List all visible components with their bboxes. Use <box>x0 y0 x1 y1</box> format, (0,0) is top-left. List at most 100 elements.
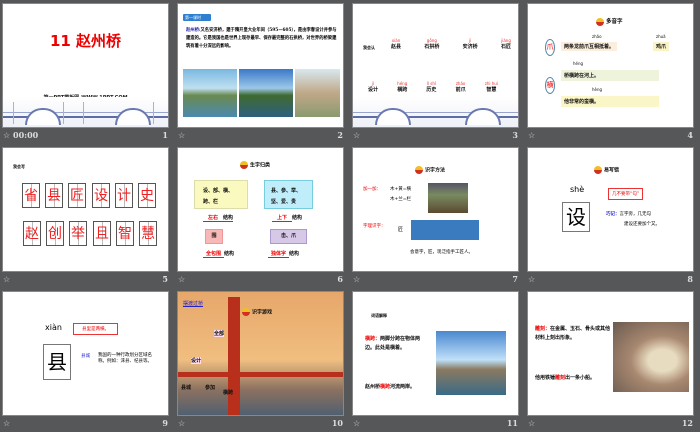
slide-timing: 00:00 <box>13 130 39 140</box>
slide-4[interactable]: 多音字 爪 横 zhǎo 两条龙前爪互相抵着。 zhuǎ 鸡爪 héng 桥横跨… <box>527 3 694 128</box>
example-sentence: 他非常的蛮横。 <box>561 96 659 107</box>
slide-5[interactable]: 我会写 省 县 匠 设 计 史 赵 创 举 且 智 慧 <box>2 147 169 272</box>
slide-2[interactable]: 第一课时 赵州桥:又名安济桥，建于隋开皇大业年间（595—605），是由李春设计… <box>177 3 344 128</box>
char-card: 设 <box>92 183 110 208</box>
equation: 木+黄=横 <box>390 187 412 192</box>
word-tile[interactable]: 全部 <box>214 330 225 337</box>
slide-number: 2 <box>337 130 343 140</box>
bridge-tower <box>228 297 240 415</box>
tip-text: 言字旁，几无勾 <box>619 212 652 217</box>
bridge-photo <box>183 69 237 117</box>
slide-thumbnail-4[interactable]: 多音字 爪 横 zhǎo 两条龙前爪互相抵着。 zhuǎ 鸡爪 héng 桥横跨… <box>525 0 700 144</box>
category-box: 县、参、举、坚、爱、贵 <box>264 180 313 209</box>
definition: 我国的一种行政划分区域名称。例如：涞县、杞县等。 <box>98 353 152 364</box>
callout: 几不要带“勾” <box>608 188 644 200</box>
bridge-decoration <box>3 97 168 127</box>
slide-thumbnail-12[interactable]: 雕刻：在金属、玉石、骨头或其他材料上刻出形象。 他用铁锤雕刻出一条小船。 ☆ 12 <box>525 288 700 432</box>
slide-thumbnail-7[interactable]: 识字方法 加一加： 木+黄=横 木+兰=栏 字理识字： 匠 会意字，匠，现泛指手… <box>350 144 525 288</box>
example-sentence: 桥横跨在河上。 <box>561 70 659 81</box>
railing-photo <box>428 183 468 213</box>
slide-thumbnail-9[interactable]: xiàn 县 县里是两横。 县城 我国的一种行政划分区域名称。例如：涞县、杞县等… <box>0 288 175 432</box>
bridge-deck <box>178 372 343 377</box>
word-tile[interactable]: 县城 <box>181 384 191 391</box>
carving-photo <box>613 322 689 392</box>
answer: 全包围 <box>203 251 225 258</box>
slide-number: 12 <box>681 418 693 428</box>
example-char: 匠 <box>398 227 404 233</box>
category-box: 围 <box>205 229 223 244</box>
slide-thumbnail-5[interactable]: 我会写 省 县 匠 设 计 史 赵 创 举 且 智 慧 ☆ 5 <box>0 144 175 288</box>
transition-icon: ☆ <box>353 131 361 140</box>
slide-thumbnail-8[interactable]: 易写错 shè 设 几不要带“勾” 巧记：言字旁，几无勾 建设还要加个又。 ☆ 8 <box>525 144 700 288</box>
answer: 独体字 <box>268 251 290 258</box>
transition-icon: ☆ <box>178 131 186 140</box>
slide-thumbnail-2[interactable]: 第一课时 赵州桥:又名安济桥，建于隋开皇大业年间（595—605），是由李春设计… <box>175 0 350 144</box>
char-badge: 横 <box>545 77 555 94</box>
char-card: 匠 <box>68 183 86 208</box>
char-card: 举 <box>69 221 87 246</box>
bridge-photo <box>239 69 293 117</box>
slide-title: 11 赵州桥 <box>49 32 122 50</box>
slide-thumbnail-3[interactable]: 我会认 xiàn 赵县 gǒng 石拱桥 jì 安济桥 jiàng 石匠 jì 设计 hé… <box>350 0 525 144</box>
link[interactable]: 摆渡过桥 <box>183 300 203 307</box>
vocab-word: gǒng 石拱桥 <box>424 38 440 50</box>
lamp-icon <box>596 17 604 26</box>
vocab-word: jiàng 石匠 <box>500 38 511 50</box>
char-card: 且 <box>93 221 111 246</box>
bridge-decoration <box>3 385 168 415</box>
vocab-word: zhǎo 前爪 <box>455 81 466 93</box>
slide-1[interactable]: 11 赵州桥 第一PPT模板网-WWW.1PPT.COM <box>2 3 169 128</box>
slide-6[interactable]: 生字归类 设、部、横、跨、栏 县、参、举、坚、爱、贵 左右 结构 上下 结构 围 击… <box>177 147 344 272</box>
slide-11[interactable]: 词语解释 横跨：两脚分跨在物体两边。此处是横着。 赵州桥横跨河流两岸。 <box>352 291 519 416</box>
transition-icon: ☆ <box>353 419 361 428</box>
slide-thumbnail-10[interactable]: 摆渡过桥 识字游戏 全部 设计 县城 参加 横跨 ☆ 10 <box>175 288 350 432</box>
equation: 木+兰=栏 <box>390 197 412 202</box>
lesson-badge: 第一课时 <box>183 14 211 21</box>
slide-thumbnail-6[interactable]: 生字归类 设、部、横、跨、栏 县、参、举、坚、爱、贵 左右 结构 上下 结构 围 击… <box>175 144 350 288</box>
vocab-word: jì 设计 <box>368 81 379 93</box>
slide-12[interactable]: 雕刻：在金属、玉石、骨头或其他材料上刻出形象。 他用铁锤雕刻出一条小船。 <box>527 291 694 416</box>
char-card: 创 <box>46 221 64 246</box>
slide-thumbnail-11[interactable]: 词语解释 横跨：两脚分跨在物体两边。此处是横着。 赵州桥横跨河流两岸。 ☆ 11 <box>350 288 525 432</box>
char-card: 计 <box>115 183 133 208</box>
category-box: 设、部、横、跨、栏 <box>194 180 248 209</box>
slide-10[interactable]: 摆渡过桥 识字游戏 全部 设计 县城 参加 横跨 <box>177 291 344 416</box>
char-card: 县 <box>45 183 63 208</box>
slide-heading: 多音字 <box>606 19 623 25</box>
word-tile[interactable]: 参加 <box>205 384 215 391</box>
transition-icon: ☆ <box>3 131 11 140</box>
lamp-icon <box>415 166 423 174</box>
section-label: 我会写 <box>13 164 25 169</box>
lamp-icon <box>240 161 248 169</box>
callout: 县里是两横。 <box>73 323 118 335</box>
slide-9[interactable]: xiàn 县 县里是两横。 县城 我国的一种行政划分区域名称。例如：涞县、杞县等… <box>2 291 169 416</box>
slide-number: 7 <box>512 274 518 284</box>
category-box: 击、爪 <box>270 229 307 244</box>
slide-thumbnail-1[interactable]: 11 赵州桥 第一PPT模板网-WWW.1PPT.COM ☆00:00 1 <box>0 0 175 144</box>
transition-icon: ☆ <box>3 419 11 428</box>
char-card: 慧 <box>139 221 157 246</box>
evolution-image <box>411 220 479 240</box>
slide-8[interactable]: 易写错 shè 设 几不要带“勾” 巧记：言字旁，几无勾 建设还要加个又。 <box>527 147 694 272</box>
method-label: 加一加： <box>363 187 381 192</box>
answer: 左右 <box>208 215 219 221</box>
word-tile[interactable]: 横跨 <box>223 389 233 396</box>
section-label: 我会认 <box>363 45 375 50</box>
word-tile[interactable]: 设计 <box>191 357 202 364</box>
term-label: 赵州桥: <box>186 28 201 33</box>
slide-number: 6 <box>337 274 343 284</box>
slide-3[interactable]: 我会认 xiàn 赵县 gǒng 石拱桥 jì 安济桥 jiàng 石匠 jì 设计 hé… <box>352 3 519 128</box>
section-label: 词语解释 <box>371 313 387 318</box>
bridge-photo <box>295 69 340 117</box>
vocab-word: xiàn 赵县 <box>391 38 402 50</box>
slide-number: 1 <box>162 130 168 140</box>
slide-number: 4 <box>687 130 693 140</box>
vocab-word: lì shǐ 历史 <box>426 81 437 93</box>
transition-icon: ☆ <box>528 275 536 284</box>
char-card: 史 <box>138 183 156 208</box>
slide-number: 3 <box>512 130 518 140</box>
vocab-word: zhì huì 智慧 <box>484 81 498 93</box>
transition-icon: ☆ <box>3 275 11 284</box>
slide-7[interactable]: 识字方法 加一加： 木+黄=横 木+兰=栏 字理识字： 匠 会意字，匠，现泛指手… <box>352 147 519 272</box>
term-label: 县城 <box>81 354 90 359</box>
